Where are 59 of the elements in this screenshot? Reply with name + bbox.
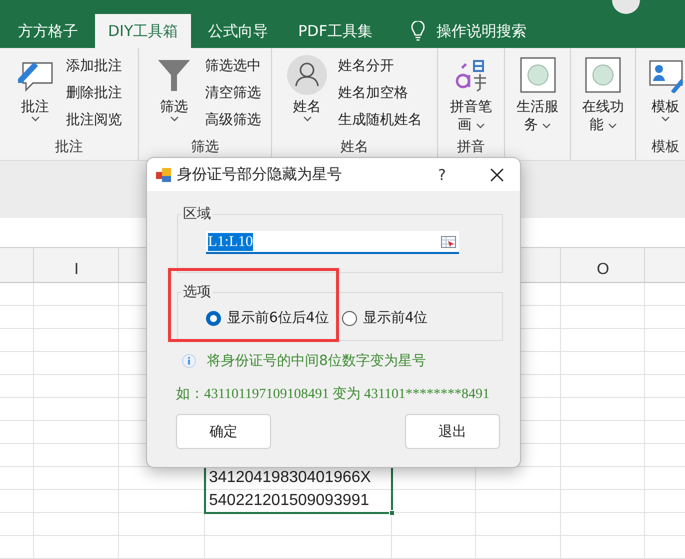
ribbon-button[interactable]: 清空筛选 (203, 79, 263, 106)
column-header: I (74, 260, 79, 280)
input-field[interactable]: L1:L10 (206, 231, 459, 254)
lightbulb-icon (411, 21, 426, 41)
help-button[interactable]: ? (438, 166, 446, 184)
radio-option[interactable]: 显示前6位后4位 (206, 309, 329, 327)
ribbon-button[interactable]: 拼音笔 画 (441, 52, 501, 139)
hint-text: 将身份证号的中间8位数字变为星号 (207, 352, 426, 370)
ribbon-button[interactable]: 姓名加空格 (336, 79, 424, 106)
radio-button[interactable] (206, 310, 221, 326)
caret-icon (170, 116, 178, 122)
caret-icon (661, 116, 670, 122)
ribbon-button[interactable]: 在线功 能 (573, 52, 633, 139)
ribbon-button[interactable]: 生活服 务 (508, 52, 568, 139)
column-header: O (596, 260, 610, 280)
ribbon-tab[interactable]: DIY工具箱 (95, 14, 192, 48)
caret-icon (302, 116, 312, 122)
tell-me-search[interactable]: 操作说明搜索 (436, 22, 526, 40)
group-label: 区域 (182, 205, 212, 223)
language-icon (454, 58, 488, 92)
filter-icon (157, 58, 191, 92)
group-label: 批注 (55, 139, 83, 155)
group-label: 拼音 (457, 139, 485, 155)
table-cell-text: 34120419830401966X (208, 469, 371, 486)
app-icon (156, 166, 172, 182)
ribbon-button[interactable]: 高级筛选 (203, 106, 263, 133)
person-icon (287, 55, 327, 95)
ribbon-button[interactable]: 生成随机姓名 (336, 106, 424, 133)
ribbon-button[interactable]: 添加批注 (64, 52, 124, 79)
caret-icon (542, 123, 552, 129)
dialog-button[interactable]: 确定 (176, 414, 271, 449)
ribbon-button[interactable]: 批注 (10, 52, 60, 139)
group-label: 模板 (652, 139, 680, 155)
ribbon-tab[interactable]: 方方格子 (5, 14, 91, 48)
info-icon (182, 354, 196, 368)
ribbon-button[interactable]: 姓名分开 (336, 52, 424, 79)
ribbon-button[interactable]: 筛选 (149, 52, 199, 139)
ribbon-tab[interactable]: 公式向导 (195, 14, 282, 48)
example-text: 如：431101197109108491 变为 431101********8491 (176, 386, 490, 403)
fill-handle[interactable] (389, 510, 395, 516)
ribbon-button[interactable]: 姓名 (282, 52, 332, 139)
caret-icon (608, 123, 617, 129)
group-label: 选项 (182, 283, 212, 301)
radio-option[interactable]: 显示前4位 (342, 309, 428, 327)
dialog-button[interactable]: 退出 (405, 414, 500, 449)
dialog-title: 身份证号部分隐藏为星号 (177, 165, 343, 184)
range-select-icon[interactable] (441, 236, 456, 248)
group-label: 筛选 (191, 139, 219, 155)
radio-button[interactable] (342, 310, 357, 326)
ribbon-button[interactable]: 筛选选中 (203, 52, 263, 79)
ribbon-tab[interactable]: PDF工具集 (285, 14, 386, 48)
ribbon-button[interactable]: 删除批注 (64, 79, 124, 106)
close-icon[interactable] (490, 168, 504, 182)
ribbon-button[interactable]: 批注阅览 (64, 106, 124, 133)
caret-icon (476, 123, 485, 129)
group-label: 姓名 (340, 139, 368, 155)
caret-icon (30, 116, 40, 122)
ribbon-button[interactable]: 模板 (636, 52, 685, 139)
table-cell-text: 540221201509093991 (208, 492, 370, 509)
